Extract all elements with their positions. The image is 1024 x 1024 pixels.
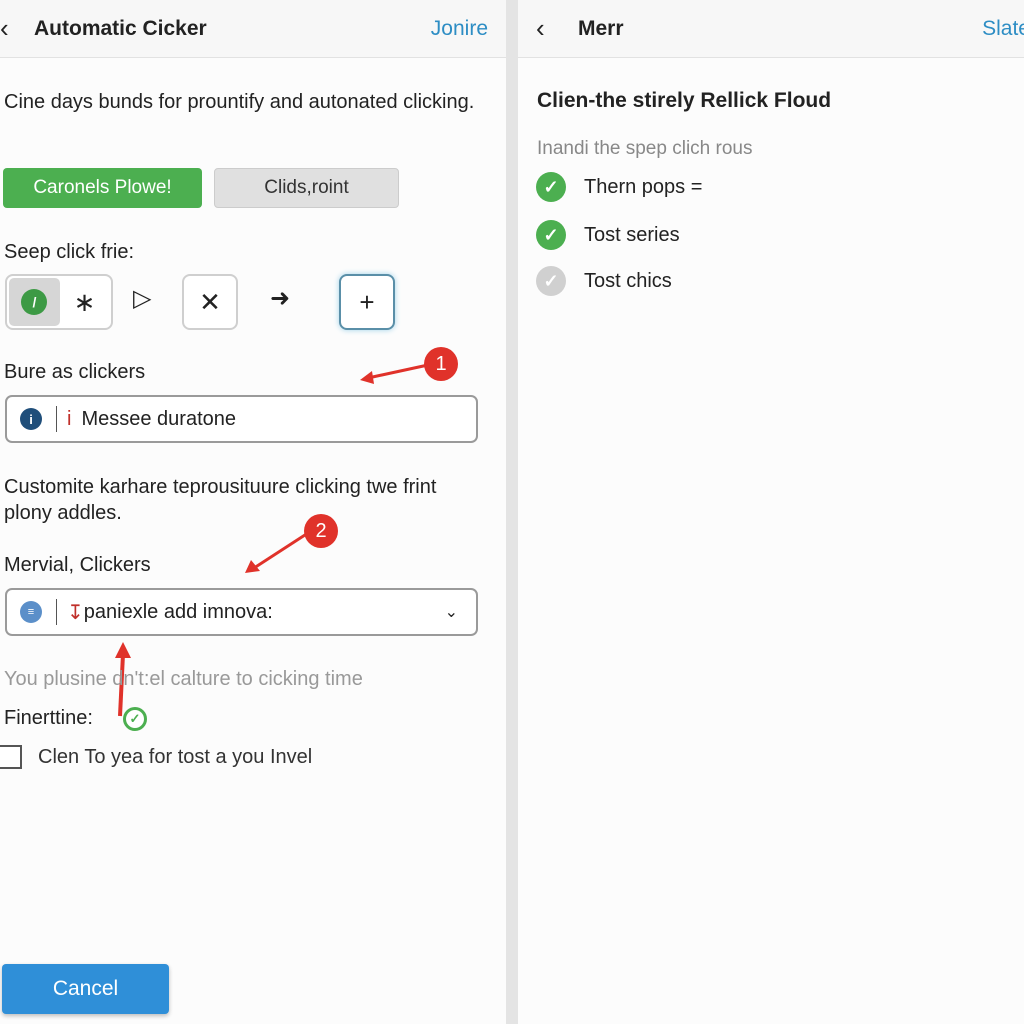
section2-label: Mervial, Clickers [4,554,151,576]
right-panel: ‹ Merr Slate Clien-the stirely Rellick F… [518,0,1024,1024]
finert-label: Finerttine: [4,707,93,729]
checkbox-label: Clen To yea for tost a you Invel [38,746,313,768]
list-item-label: Tost series [584,223,680,246]
join-link[interactable]: Jonire [431,17,488,41]
page-title: Automatic Cicker [34,16,207,40]
list-item[interactable]: ✓ Tost chics [536,266,672,296]
check-edit-icon[interactable]: / [9,278,60,326]
arrow-right-icon[interactable]: ➜ [270,284,290,313]
left-panel: ‹ Automatic Cicker Jonire Cine days bund… [0,0,506,1024]
right-heading: Clien-the stirely Rellick Floud [537,89,832,112]
annotation-arrow-1 [360,363,429,384]
toggle-group[interactable]: / ∗ [5,274,113,330]
info-icon: i [20,408,42,430]
close-icon[interactable]: ✕ [182,274,238,330]
description-text: Customite karhare teprousituure clicking… [4,476,437,524]
hint-text: You plusine dn't:el calture to cicking t… [4,668,363,690]
slate-link[interactable]: Slate [982,17,1024,41]
checkbox[interactable] [0,745,22,769]
menu-title: Merr [578,16,624,40]
strikethrough-plus-icon[interactable]: ∗ [60,287,109,318]
select-value: paniexle add imnova: [83,600,273,623]
left-header: ‹ Automatic Cicker Jonire [0,0,506,58]
list-item[interactable]: ✓ Tost series [536,220,680,250]
chevron-down-icon[interactable]: ⌄ [445,602,458,622]
back-chevron-icon[interactable]: ‹ [536,13,572,44]
list-item[interactable]: ✓ Thern pops = [536,172,702,202]
right-header: ‹ Merr Slate [518,0,1024,58]
list-item-label: Thern pops = [584,175,703,198]
duration-field[interactable]: i i Messee duratone [5,395,478,443]
panel-divider [506,0,518,1024]
list-icon: ≡ [20,601,42,623]
check-circle-icon: ✓ [536,172,566,202]
check-icon: ✓ [123,707,147,731]
list-item-label: Tost chics [584,269,672,292]
duration-value: Messee duratone [81,407,236,430]
add-icon[interactable]: + [339,274,395,330]
right-subheading: Inandi the spep clich rous [537,138,753,159]
secondary-button[interactable]: Clids,roint [214,168,399,208]
play-outline-icon[interactable]: ▷ [133,284,151,313]
cancel-button[interactable]: Cancel [2,964,169,1014]
annotation-arrow-2 [245,531,309,573]
step-label: Seep click frie: [4,241,135,263]
check-circle-pending-icon: ✓ [536,266,566,296]
section1-label: Bure as clickers [4,361,146,383]
back-chevron-icon[interactable]: ‹ [0,13,28,44]
primary-button[interactable]: Caronels Plowe! [3,168,202,208]
check-circle-icon: ✓ [536,220,566,250]
intro-text: Cine days bunds for prountify and autona… [4,91,475,113]
clicker-select[interactable]: ≡ ↧ paniexle add imnova: ⌄ [5,588,478,636]
